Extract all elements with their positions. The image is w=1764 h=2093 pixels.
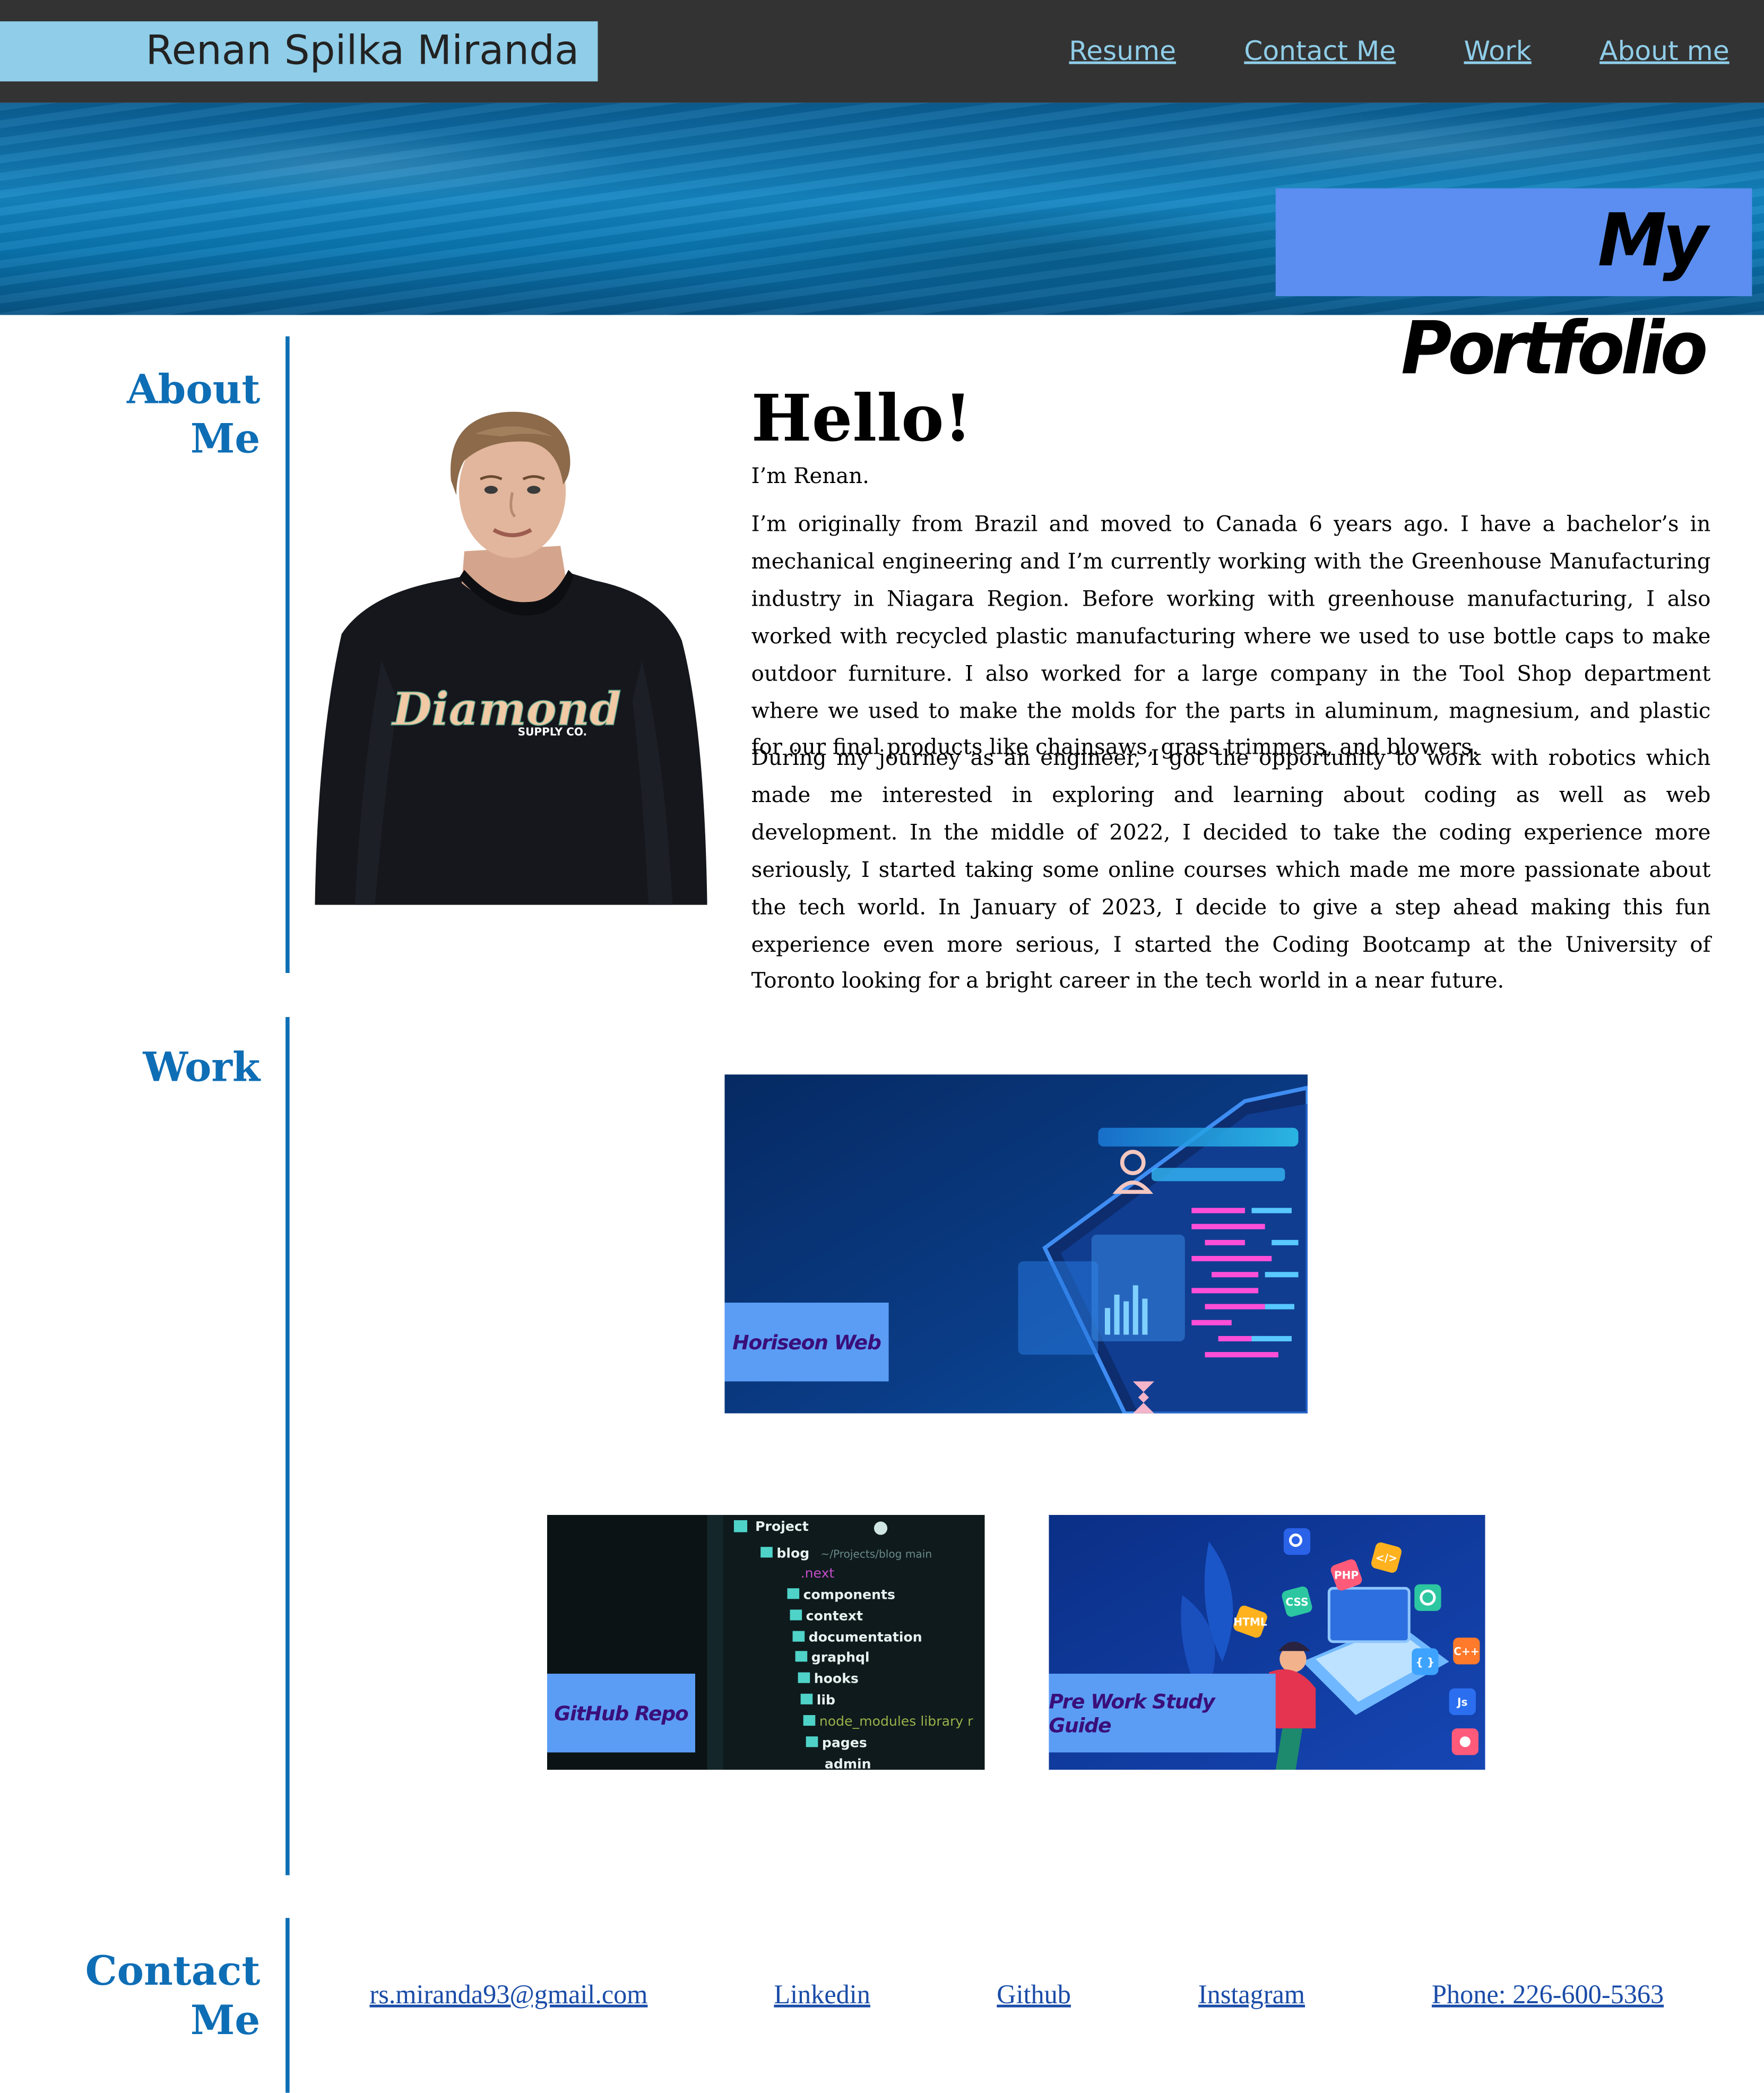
about-label-line1: About	[127, 367, 261, 414]
tech-badge-code: </>	[1376, 1552, 1397, 1564]
shirt-graphic-subtext: SUPPLY CO.	[518, 725, 587, 738]
nav-resume-link[interactable]: Resume	[1069, 32, 1176, 69]
tech-badge-html: HTML	[1233, 1616, 1267, 1629]
code-tree-line: components	[803, 1587, 895, 1602]
code-tree-line: Project	[755, 1519, 809, 1534]
profile-photo: Diamond Diamond SUPPLY CO.	[315, 411, 707, 905]
project-card-study-guide[interactable]: PHP </> CSS HTML { } C++ Js Pre Work Stu…	[1049, 1514, 1485, 1770]
code-tree-line: graphql	[811, 1649, 870, 1665]
about-section-label: About Me	[80, 366, 260, 464]
code-tree-line: context	[806, 1608, 863, 1623]
project-title-horiseon[interactable]: Horiseon Web	[724, 1303, 889, 1382]
code-tree-line: documentation	[809, 1630, 922, 1645]
tech-badge-cpp: C++	[1454, 1645, 1479, 1658]
tech-badge-php: PHP	[1334, 1569, 1359, 1582]
contact-section-label: Contact Me	[54, 1948, 261, 2046]
contact-divider	[286, 1918, 290, 2093]
code-tree-line: node_modules library r	[819, 1713, 973, 1729]
tech-badge-braces: { }	[1416, 1656, 1435, 1668]
project-title-study-guide[interactable]: Pre Work Study Guide	[1049, 1674, 1276, 1753]
contact-label-line2: Me	[190, 1998, 261, 2045]
site-brand: Renan Spilka Miranda	[0, 21, 598, 82]
code-tree-line: blog	[776, 1545, 809, 1561]
tech-badge-js: Js	[1456, 1695, 1467, 1708]
contact-label-line1: Contact	[85, 1949, 261, 1996]
hero-banner: My Portfolio	[0, 102, 1764, 392]
site-header: Renan Spilka Miranda Resume Contact Me W…	[0, 0, 1764, 103]
nav-work-link[interactable]: Work	[1464, 32, 1531, 69]
code-tree-line: ~/Projects/blog main	[820, 1547, 932, 1560]
contact-github-link[interactable]: Github	[997, 1978, 1071, 2012]
about-paragraph-1: I’m originally from Brazil and moved to …	[751, 511, 1711, 760]
code-tree-line: hooks	[814, 1671, 859, 1686]
nav-contact-link[interactable]: Contact Me	[1244, 32, 1396, 69]
project-card-horiseon[interactable]: Horiseon Web	[724, 1074, 1308, 1414]
tech-badge-css: CSS	[1285, 1596, 1308, 1608]
work-divider	[286, 1017, 290, 1875]
code-tree-line: lib	[817, 1692, 835, 1708]
about-label-line2: Me	[190, 416, 261, 463]
about-intro: I’m Renan.	[751, 463, 869, 489]
contact-phone-link[interactable]: Phone: 226-600-5363	[1432, 1978, 1664, 2012]
code-tree-line: pages	[822, 1735, 867, 1750]
work-section-label: Work	[143, 1045, 261, 1092]
main-nav: Resume Contact Me Work About me	[1001, 32, 1730, 69]
code-tree-line: .next	[801, 1565, 835, 1581]
code-tree-line: admin	[825, 1756, 871, 1770]
contact-email-link[interactable]: rs.miranda93@gmail.com	[369, 1978, 647, 2012]
about-divider	[286, 336, 290, 973]
project-card-github-repo[interactable]: Project blog ~/Projects/blog main .next …	[547, 1514, 985, 1770]
contact-linkedin-link[interactable]: Linkedin	[774, 1978, 870, 2012]
contact-instagram-link[interactable]: Instagram	[1198, 1978, 1305, 2012]
about-paragraph-2: During my journey as an engineer, I got …	[751, 745, 1711, 994]
nav-about-link[interactable]: About me	[1599, 32, 1730, 69]
hero-title: My Portfolio	[1275, 188, 1752, 392]
about-heading: Hello!	[751, 382, 972, 457]
project-title-github-repo[interactable]: GitHub Repo	[547, 1674, 696, 1753]
